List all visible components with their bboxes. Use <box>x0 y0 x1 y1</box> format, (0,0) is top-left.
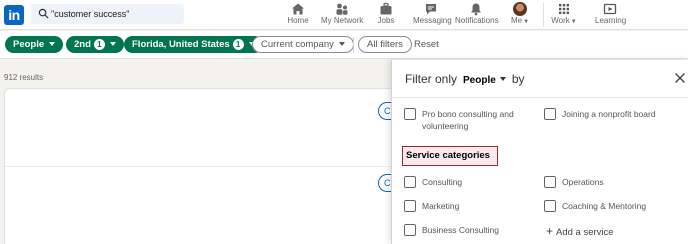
service-label: Coaching & Mentoring <box>562 201 647 211</box>
chevron-down-icon: ▼ <box>570 19 577 25</box>
location-filter-pill[interactable]: Florida, United States 1 <box>124 36 263 53</box>
home-icon <box>292 3 304 15</box>
results-count: 912 results <box>4 73 44 82</box>
message-icon <box>426 4 436 15</box>
checkbox-box[interactable] <box>544 200 556 212</box>
close-icon[interactable] <box>674 72 686 84</box>
checkbox-box[interactable] <box>404 108 416 120</box>
service-label: Business Consulting <box>422 225 500 235</box>
nav-me-label: Me <box>510 16 523 25</box>
service-label: Marketing <box>422 201 460 211</box>
filter-panel-title-prefix: Filter only <box>405 72 458 86</box>
checkbox-box[interactable] <box>404 200 416 212</box>
all-filters-button[interactable]: All filters <box>358 36 412 53</box>
caret-down-icon <box>109 42 116 46</box>
nav-messaging-label: Messaging <box>413 16 452 25</box>
nav-home-label: Home <box>287 16 309 25</box>
search-box[interactable] <box>31 4 184 24</box>
nonprofit-board-label: Joining a nonprofit board <box>562 109 656 119</box>
service-label: Consulting <box>422 177 463 187</box>
nav-notifications-label: Notifications <box>455 16 499 25</box>
nav-divider <box>543 2 544 27</box>
nav-jobs-label: Jobs <box>377 16 395 25</box>
checkbox-box[interactable] <box>404 176 416 188</box>
nav-my-network[interactable]: My Network <box>321 2 363 28</box>
filter-panel-title: Filter only People by <box>405 72 525 86</box>
nav-notifications[interactable]: Notifications <box>455 2 499 28</box>
service-checkbox-marketing[interactable]: Marketing <box>404 200 459 212</box>
pro-bono-checkbox[interactable]: Pro bono consulting and volunteering <box>404 108 532 132</box>
search-icon <box>38 8 49 19</box>
checkbox-box[interactable] <box>544 108 556 120</box>
service-categories-heading: Service categories <box>402 146 498 166</box>
nav-jobs[interactable]: Jobs <box>375 2 397 28</box>
nav-me[interactable]: Me▼ <box>508 2 532 28</box>
service-checkbox-coaching[interactable]: Coaching & Mentoring <box>544 200 646 212</box>
nav-work-label: Work <box>551 16 570 25</box>
location-filter-count: 1 <box>232 39 244 50</box>
learning-icon <box>603 3 617 15</box>
nav-learning-label: Learning <box>595 16 627 25</box>
results-list <box>4 88 404 244</box>
people-filter-pill[interactable]: People <box>5 36 64 53</box>
nav-my-network-label: My Network <box>321 16 364 25</box>
result-type-select[interactable]: People <box>463 75 496 86</box>
nav-messaging[interactable]: Messaging <box>413 2 452 28</box>
service-label: Operations <box>562 177 604 187</box>
location-filter-label: Florida, United States <box>132 39 230 50</box>
plus-icon: + <box>546 224 554 238</box>
checkbox-box[interactable] <box>404 224 416 236</box>
filter-divider <box>353 37 354 53</box>
service-checkbox-business-consulting[interactable]: Business Consulting <box>404 224 499 236</box>
nav-me-label-wrap: Me▼ <box>508 16 532 27</box>
linkedin-logo[interactable]: in <box>4 5 24 25</box>
avatar <box>513 2 527 16</box>
filter-panel-title-suffix: by <box>511 72 525 86</box>
briefcase-icon <box>380 2 392 15</box>
top-nav: in Home My Network Jobs Messaging Notifi… <box>0 0 688 30</box>
caret-down-icon <box>49 42 56 46</box>
nav-work[interactable]: Work▼ <box>551 2 577 28</box>
checkbox-box[interactable] <box>544 176 556 188</box>
filter-bar: People 2nd 1 Florida, United States 1 Curr… <box>0 31 688 59</box>
caret-down-icon <box>338 42 345 46</box>
connection-filter-pill[interactable]: 2nd 1 <box>66 36 124 53</box>
people-filter-label: People <box>13 39 45 50</box>
reset-button[interactable]: Reset <box>414 36 439 53</box>
grid-icon <box>559 4 569 14</box>
pro-bono-label: Pro bono consulting and volunteering <box>422 109 514 131</box>
add-service-button[interactable]: + Add a service <box>546 224 614 238</box>
nav-learning[interactable]: Learning <box>595 2 627 28</box>
add-service-label: Add a service <box>556 227 614 238</box>
bell-icon <box>471 3 481 16</box>
chevron-down-icon: ▼ <box>523 19 530 25</box>
nonprofit-board-checkbox[interactable]: Joining a nonprofit board <box>544 108 656 120</box>
current-company-filter-pill[interactable]: Current company <box>252 36 354 53</box>
network-icon <box>336 3 348 15</box>
nav-home[interactable]: Home <box>284 2 312 28</box>
search-input[interactable] <box>51 6 179 22</box>
caret-down-icon[interactable] <box>499 77 506 81</box>
connection-filter-count: 1 <box>93 39 105 50</box>
filter-panel-header: Filter only People by <box>392 60 688 98</box>
result-divider <box>5 166 403 167</box>
nav-work-label-wrap: Work▼ <box>551 16 577 27</box>
service-checkbox-consulting[interactable]: Consulting <box>404 176 462 188</box>
service-checkbox-operations[interactable]: Operations <box>544 176 604 188</box>
current-company-filter-label: Current company <box>261 39 334 50</box>
connection-filter-label: 2nd <box>74 39 91 50</box>
